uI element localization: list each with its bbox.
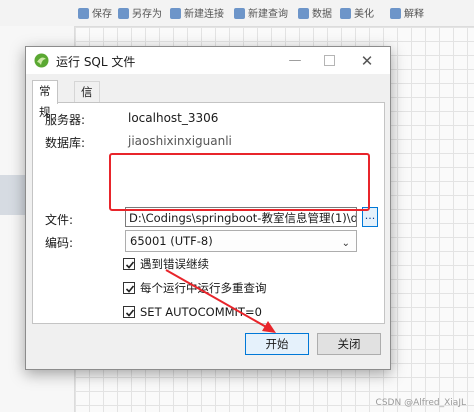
close-window-button[interactable]: ✕ <box>350 47 384 74</box>
checkbox-autocommit[interactable] <box>123 306 135 318</box>
general-panel: 服务器: localhost_3306 数据库: jiaoshixinxigua… <box>32 102 385 324</box>
encoding-label: 编码: <box>45 236 74 250</box>
option-label: SET AUTOCOMMIT=0 <box>140 305 262 319</box>
option-label: 遇到错误继续 <box>140 257 209 271</box>
tab-general[interactable]: 常规 <box>32 80 58 119</box>
toolbar-save[interactable]: 保存 <box>78 5 112 20</box>
maximize-button[interactable] <box>312 47 346 74</box>
chevron-down-icon: ⌄ <box>341 238 350 249</box>
explain-icon <box>390 8 401 19</box>
start-button[interactable]: 开始 <box>245 333 309 355</box>
save-as-icon <box>118 8 129 19</box>
toolbar-save-as[interactable]: 另存为 <box>118 5 162 20</box>
database-label: 数据库: <box>45 136 86 150</box>
query-icon <box>234 8 245 19</box>
beautify-icon <box>340 8 351 19</box>
checkmark-icon <box>125 309 135 317</box>
encoding-select[interactable]: 65001 (UTF-8) ⌄ <box>125 230 357 252</box>
encoding-selected-value: 65001 (UTF-8) <box>130 234 213 248</box>
close-icon: ✕ <box>360 51 374 70</box>
maximize-icon <box>323 55 335 66</box>
checkbox-multiple-queries[interactable] <box>123 282 135 294</box>
dialog-titlebar[interactable]: 运行 SQL 文件 — ✕ <box>26 47 390 74</box>
database-value: jiaoshixinxiguanli <box>128 134 232 148</box>
save-icon <box>78 8 89 19</box>
minimize-button[interactable]: — <box>278 47 312 74</box>
watermark: CSDN @Alfred_XiaJL <box>375 398 466 408</box>
tab-info-log[interactable]: 信息日志 <box>74 81 100 162</box>
server-value: localhost_3306 <box>128 111 219 125</box>
toolbar-new-query[interactable]: 新建查询 <box>234 5 288 20</box>
toolbar-beautify[interactable]: 美化 <box>340 5 374 20</box>
option-label: 每个运行中运行多重查询 <box>140 281 267 295</box>
toolbar-new-connection[interactable]: 新建连接 <box>170 5 224 20</box>
close-button[interactable]: 关闭 <box>317 333 381 355</box>
checkbox-continue-on-error[interactable] <box>123 258 135 270</box>
checkmark-icon <box>125 261 135 269</box>
minimize-icon: — <box>288 53 302 68</box>
checkmark-icon <box>125 285 135 293</box>
navicat-app-icon <box>34 53 49 68</box>
annotation-highlight-box <box>109 153 370 211</box>
server-label: 服务器: <box>45 113 86 127</box>
background-toolbar: 保存 另存为 新建连接 新建查询 数据 美化 解释 <box>0 0 474 27</box>
file-label: 文件: <box>45 213 74 227</box>
data-icon <box>298 8 309 19</box>
toolbar-data[interactable]: 数据 <box>298 5 332 20</box>
dialog-title: 运行 SQL 文件 <box>56 55 136 69</box>
toolbar-explain[interactable]: 解释 <box>390 5 424 20</box>
connection-icon <box>170 8 181 19</box>
